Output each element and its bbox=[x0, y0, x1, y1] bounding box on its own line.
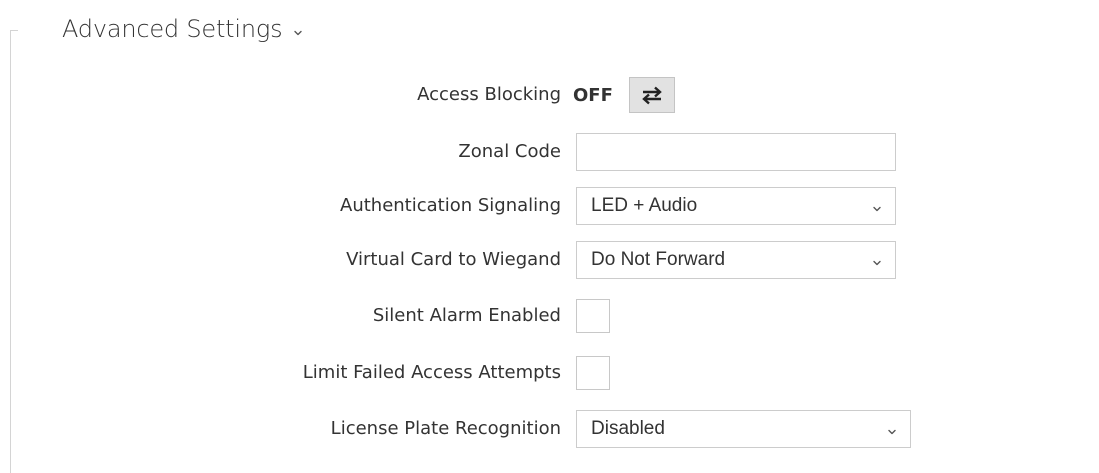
access-blocking-control: OFF bbox=[573, 75, 675, 115]
limit-failed-access-attempts-control bbox=[576, 353, 610, 393]
section-title: Advanced Settings bbox=[62, 15, 283, 43]
authentication-signaling-select[interactable]: LED + Audio bbox=[576, 187, 896, 225]
zonal-code-control bbox=[576, 132, 896, 172]
limit-failed-access-attempts-label: Limit Failed Access Attempts bbox=[302, 362, 561, 383]
license-plate-recognition-value: Disabled bbox=[591, 418, 665, 439]
row-authentication-signaling: Authentication Signaling LED + Audio bbox=[0, 186, 1099, 226]
silent-alarm-enabled-label: Silent Alarm Enabled bbox=[372, 305, 561, 326]
virtual-card-to-wiegand-value: Do Not Forward bbox=[591, 249, 726, 270]
access-blocking-label: Access Blocking bbox=[417, 84, 561, 105]
virtual-card-to-wiegand-select[interactable]: Do Not Forward bbox=[576, 241, 896, 279]
license-plate-recognition-label: License Plate Recognition bbox=[330, 418, 561, 439]
access-blocking-state: OFF bbox=[573, 84, 613, 106]
silent-alarm-enabled-control bbox=[576, 296, 610, 336]
advanced-settings-header[interactable]: Advanced Settings bbox=[62, 9, 304, 49]
zonal-code-label: Zonal Code bbox=[458, 141, 561, 162]
authentication-signaling-value: LED + Audio bbox=[591, 195, 698, 216]
row-silent-alarm-enabled: Silent Alarm Enabled bbox=[0, 296, 1099, 336]
license-plate-recognition-control: Disabled bbox=[576, 409, 911, 449]
authentication-signaling-label: Authentication Signaling bbox=[340, 195, 561, 216]
virtual-card-to-wiegand-label: Virtual Card to Wiegand bbox=[346, 249, 561, 270]
license-plate-recognition-select[interactable]: Disabled bbox=[576, 410, 911, 448]
row-license-plate-recognition: License Plate Recognition Disabled bbox=[0, 409, 1099, 449]
row-zonal-code: Zonal Code bbox=[0, 132, 1099, 172]
chevron-down-icon bbox=[886, 423, 898, 435]
row-limit-failed-access-attempts: Limit Failed Access Attempts bbox=[0, 353, 1099, 393]
row-virtual-card-to-wiegand: Virtual Card to Wiegand Do Not Forward bbox=[0, 240, 1099, 280]
chevron-down-icon bbox=[871, 254, 883, 266]
virtual-card-to-wiegand-control: Do Not Forward bbox=[576, 240, 896, 280]
limit-failed-access-attempts-checkbox[interactable] bbox=[576, 356, 610, 390]
zonal-code-input[interactable] bbox=[576, 133, 896, 171]
authentication-signaling-control: LED + Audio bbox=[576, 186, 896, 226]
chevron-down-icon bbox=[292, 24, 304, 36]
access-blocking-toggle-button[interactable] bbox=[628, 77, 675, 113]
chevron-down-icon bbox=[871, 200, 883, 212]
row-access-blocking: Access Blocking OFF bbox=[0, 75, 1099, 115]
silent-alarm-enabled-checkbox[interactable] bbox=[576, 299, 610, 333]
section-frame-tick bbox=[10, 30, 18, 31]
swap-arrows-icon bbox=[640, 85, 664, 105]
